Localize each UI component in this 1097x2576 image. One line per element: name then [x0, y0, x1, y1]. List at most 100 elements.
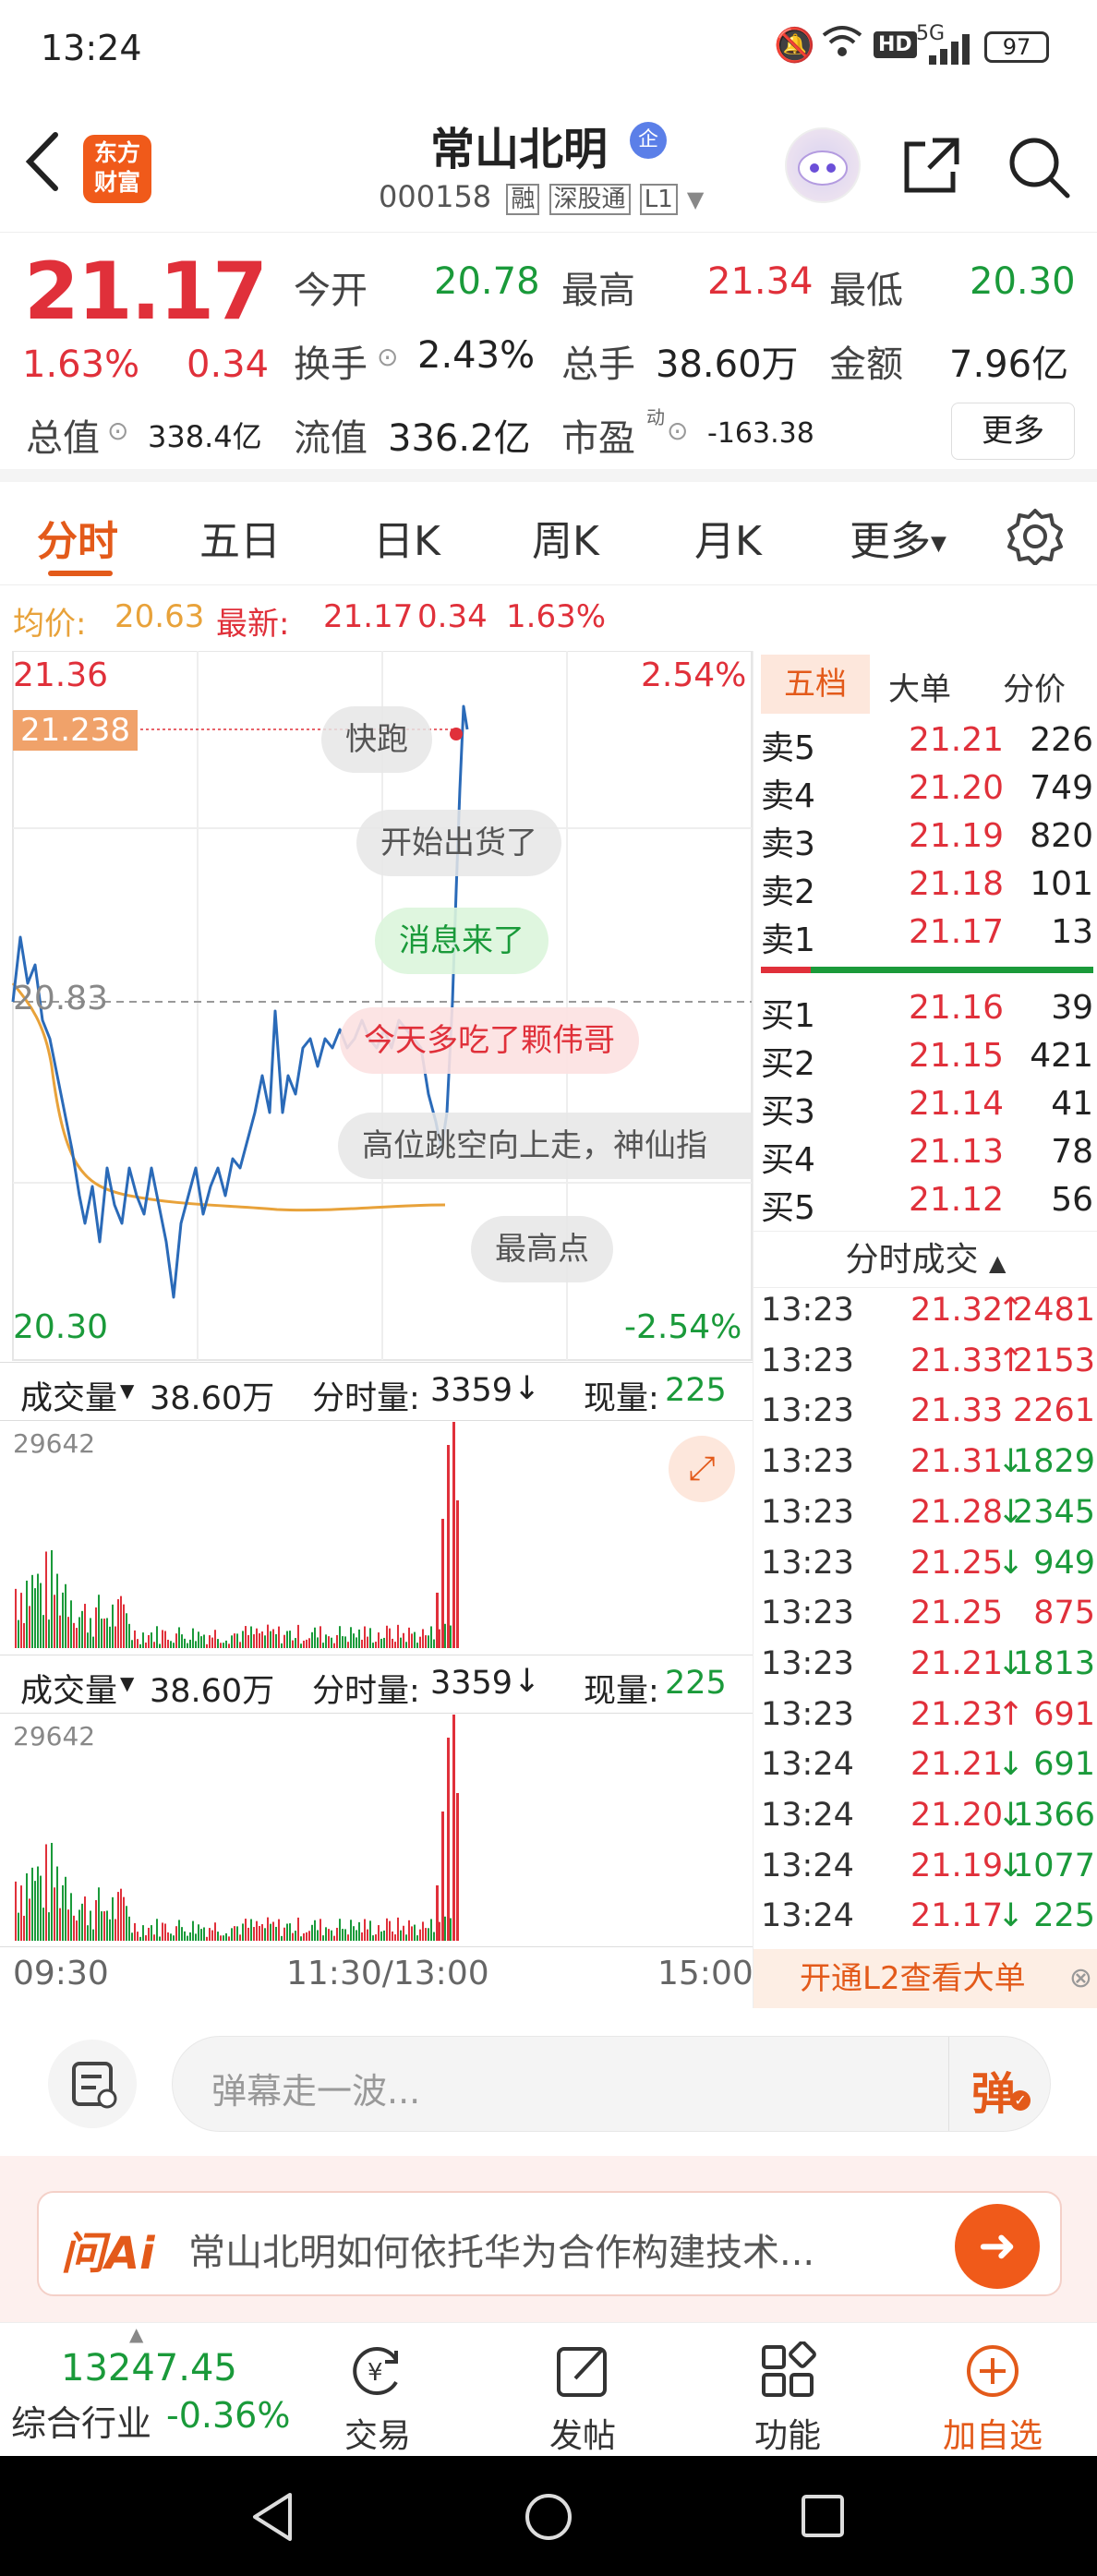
volume-chart[interactable]: 29642 [0, 1714, 753, 1944]
volume-bar [403, 1925, 404, 1941]
volume-bar [361, 1639, 363, 1648]
minute-volume-label: 分时量: [312, 1380, 420, 1417]
bid-volume: 41 [1051, 1085, 1093, 1123]
mktcap-label: 总值 [26, 417, 100, 460]
tab-daily-k[interactable]: 日K [373, 508, 440, 567]
danmaku-send-button[interactable]: 弹 ✓ [948, 2037, 1050, 2131]
volume-bar [439, 1921, 440, 1941]
volume-bar [400, 1637, 402, 1648]
arrow-right-icon[interactable]: ➜ [955, 2204, 1040, 2289]
volume-bar [344, 1636, 346, 1648]
nav-add-watchlist[interactable]: 加自选 [923, 2341, 1062, 2457]
y-top-price: 21.36 [13, 656, 109, 694]
ask-ai-card[interactable]: 问Ai 常山北明如何依托华为合作构建技术... ➜ [37, 2191, 1062, 2296]
volume-bar [76, 1628, 78, 1648]
danmaku-bubble[interactable]: 开始出货了 [356, 810, 561, 876]
tab-five-levels[interactable]: 五档 [761, 655, 870, 714]
volume-bar [314, 1920, 316, 1941]
volume-bar [189, 1932, 191, 1941]
info-icon[interactable]: ⊙ [377, 342, 398, 372]
current-volume-label: 现量: [584, 1673, 659, 1710]
l2-upgrade-banner[interactable]: 开通L2查看大单 ⊗ [753, 1949, 1097, 2008]
dropdown-icon[interactable]: ▼ [120, 1672, 134, 1694]
tab-more[interactable]: 更多▼ [850, 508, 946, 567]
volume-bar [267, 1624, 269, 1648]
time-sales-list[interactable]: 13:23 21.32 ↑ 2481 13:23 21.33 ↑ 2153 13:23 21.33… [753, 1292, 1097, 1949]
volume-bar [350, 1627, 352, 1648]
volume-bar [342, 1929, 344, 1941]
volume-bar [452, 1715, 455, 1941]
close-icon[interactable]: ⊗ [1069, 1949, 1092, 2008]
danmaku-bubble[interactable]: 消息来了 [375, 908, 548, 974]
volume-bar [253, 1634, 255, 1648]
danmaku-settings-icon[interactable] [48, 2040, 137, 2128]
volume-label[interactable]: 成交量 [20, 1372, 117, 1419]
volume-bar [419, 1636, 421, 1648]
index-value[interactable]: 13247.45 [61, 2347, 237, 2389]
trade-time: 13:24 [761, 1797, 854, 1834]
volume-bar [159, 1643, 161, 1648]
dropdown-icon[interactable]: ▼ [120, 1379, 134, 1402]
back-icon[interactable] [20, 129, 63, 198]
tab-large-orders[interactable]: 大单 [888, 664, 951, 709]
volume-bar [31, 1867, 33, 1941]
nav-post[interactable]: 发帖 [513, 2341, 652, 2457]
intraday-chart[interactable]: 21.36 2.54% 21.238 20.83 20.30 -2.54% 快跑… [0, 651, 753, 1362]
home-circle-icon[interactable] [523, 2491, 574, 2546]
tab-monthly-k[interactable]: 月K [694, 508, 762, 567]
nav-add-label: 加自选 [942, 2417, 1043, 2455]
volume-bar [439, 1629, 440, 1648]
volume-bar [286, 1631, 288, 1648]
ai-assistant-avatar[interactable] [785, 127, 861, 203]
volume-bar [198, 1924, 199, 1941]
more-button[interactable]: 更多 [951, 403, 1075, 460]
info-icon[interactable]: ⊙ [107, 415, 128, 446]
volume-bar [414, 1631, 416, 1648]
share-icon[interactable] [901, 135, 962, 199]
volume-bar [156, 1919, 158, 1941]
info-icon[interactable]: ⊙ [667, 415, 688, 446]
ask-label: 卖5 [761, 729, 815, 767]
collapse-icon: ▲ [989, 1250, 1007, 1276]
back-triangle-icon[interactable] [249, 2491, 295, 2546]
index-name[interactable]: 综合行业 [11, 2395, 151, 2446]
bid-row-5: 买5 21.12 56 [761, 1181, 1093, 1229]
stock-code: 000158 [379, 179, 492, 214]
nav-trade[interactable]: ¥ 交易 [308, 2341, 447, 2457]
tab-5day[interactable]: 五日 [199, 508, 281, 567]
expand-icon[interactable]: ⤢ [669, 1436, 735, 1502]
nav-functions[interactable]: 功能 [718, 2341, 857, 2457]
edit-icon [557, 2347, 607, 2397]
danmaku-bubble[interactable]: 快跑 [321, 706, 432, 773]
volume-label[interactable]: 成交量 [20, 1665, 117, 1712]
volume-bar [405, 1642, 407, 1648]
dropdown-icon[interactable]: ▼ [687, 187, 704, 212]
trade-row: 13:23 21.25 875 [761, 1595, 1095, 1645]
volume-bar [40, 1583, 42, 1648]
tab-weekly-k[interactable]: 周K [532, 508, 599, 567]
volume-bar [292, 1640, 294, 1648]
stock-header: 东方 财富 常山北明 企 000158 融 深股通 L1 ▼ [0, 102, 1097, 233]
volume-chart[interactable]: 29642 ⤢ [0, 1421, 753, 1652]
tab-intraday[interactable]: 分时 [37, 508, 118, 567]
danmaku-bubble[interactable]: 最高点 [471, 1216, 613, 1282]
index-pct[interactable]: -0.36% [166, 2395, 290, 2436]
search-icon[interactable] [1007, 135, 1071, 203]
volume-bar [245, 1626, 247, 1648]
danmaku-bubble[interactable]: 今天多吃了颗伟哥 [340, 1007, 639, 1074]
volume-bar [67, 1617, 69, 1648]
settings-icon[interactable] [1007, 508, 1064, 569]
volume-bar [62, 1884, 64, 1941]
high-label: 最高 [561, 270, 635, 312]
bid-row-3: 买3 21.14 41 [761, 1085, 1093, 1133]
recents-square-icon[interactable] [800, 2493, 846, 2543]
time-sales-header[interactable]: 分时成交 ▲ [753, 1231, 1097, 1288]
volume-bar [231, 1635, 233, 1648]
volume-bar [314, 1627, 316, 1648]
tab-price-distribution[interactable]: 分价 [1003, 664, 1066, 709]
ask-row-2: 卖2 21.18 101 [761, 865, 1093, 913]
danmaku-bubble[interactable]: 高位跳空向上走，神仙指 [338, 1113, 753, 1179]
danmaku-input[interactable]: 弹幕走一波... 弹 ✓ [172, 2036, 1051, 2132]
volume-bar [408, 1627, 410, 1648]
volume-bar [283, 1927, 285, 1941]
